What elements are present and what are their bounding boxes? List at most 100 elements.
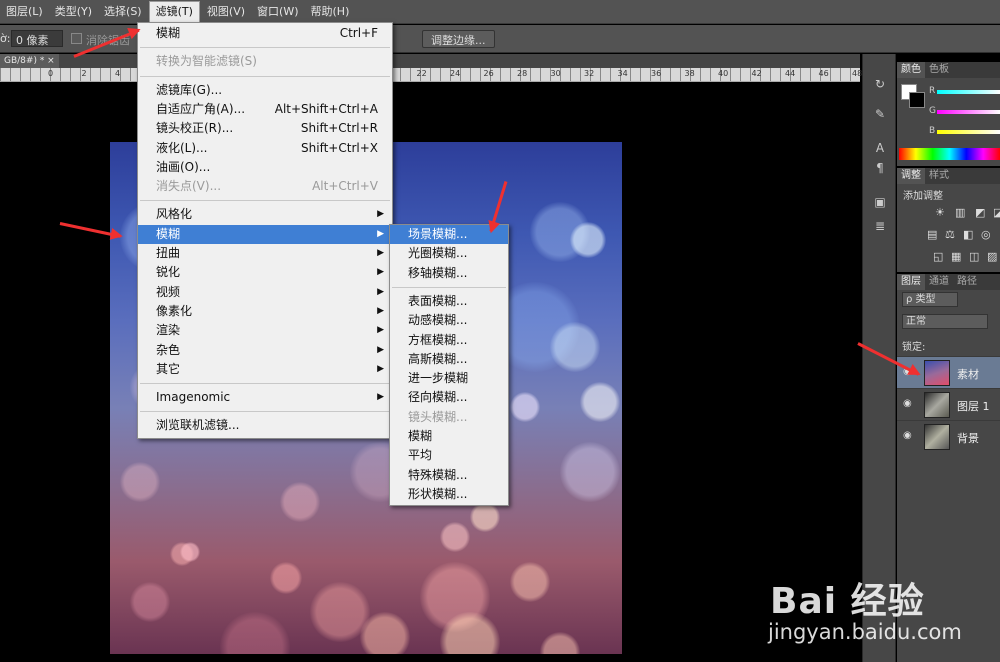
menu-item[interactable]: 油画(O)... xyxy=(138,158,392,177)
menu-item[interactable]: 特殊模糊... xyxy=(390,466,508,485)
menu-item[interactable]: 像素化 ▶ xyxy=(138,302,392,321)
color-spectrum[interactable] xyxy=(899,148,1000,160)
menu-item[interactable]: 杂色 ▶ xyxy=(138,341,392,360)
menu-item[interactable]: 液化(L)... Shift+Ctrl+X xyxy=(138,139,392,158)
color-panel: 颜色 色板 R G B xyxy=(897,62,1000,166)
menu-item-label: 动感模糊... xyxy=(408,313,468,328)
menu-item[interactable]: 扭曲 ▶ xyxy=(138,244,392,263)
menu-item-label: 方框模糊... xyxy=(408,332,468,347)
menu-item[interactable]: 转换为智能滤镜(S) xyxy=(138,52,392,71)
brightness-icon[interactable]: ☀ xyxy=(935,206,945,219)
horizontal-ruler: 0246810121416182022242628303234363840424… xyxy=(0,68,862,82)
menu-item[interactable]: 径向模糊... xyxy=(390,388,508,407)
menu-item[interactable]: 形状模糊... xyxy=(390,485,508,504)
eye-icon[interactable]: ◉ xyxy=(903,431,915,441)
menu-item[interactable]: 消失点(V)... Alt+Ctrl+V xyxy=(138,177,392,196)
threshold-icon[interactable]: ◫ xyxy=(969,250,979,263)
tab-layers[interactable]: 图层 xyxy=(897,274,925,290)
menu-item[interactable]: 模糊 xyxy=(390,427,508,446)
menu-item-label: 液化(L)... xyxy=(156,140,208,155)
ruler-tick: 46 xyxy=(818,69,829,78)
lock-label: 锁定: xyxy=(902,342,926,353)
r-label: R xyxy=(929,86,936,96)
bokeh-circle xyxy=(440,522,470,552)
photo-filter-icon[interactable]: ◎ xyxy=(981,228,991,241)
antialias-checkbox[interactable] xyxy=(71,33,82,44)
menu-item[interactable]: 视频 ▶ xyxy=(138,283,392,302)
tab-swatches[interactable]: 色板 xyxy=(925,62,953,78)
add-adjustment-title: 添加调整 xyxy=(903,191,943,202)
levels-icon[interactable]: ▥ xyxy=(955,206,965,219)
menu-item[interactable]: 进一步模糊 xyxy=(390,369,508,388)
balance-icon[interactable]: ⚖ xyxy=(945,228,955,241)
posterize-icon[interactable]: ▦ xyxy=(951,250,961,263)
blend-mode-select[interactable]: 正常 xyxy=(902,314,988,329)
menu-item[interactable]: 风格化 ▶ xyxy=(138,205,392,224)
menu-3[interactable]: 滤镜(T) xyxy=(148,0,200,23)
notes-icon[interactable]: ≣ xyxy=(871,218,889,234)
eye-icon[interactable]: ◉ xyxy=(903,399,915,409)
background-swatch[interactable] xyxy=(909,92,925,108)
menu-item[interactable]: 自适应广角(A)... Alt+Shift+Ctrl+A xyxy=(138,100,392,119)
gradient-map-icon[interactable]: ▨ xyxy=(987,250,997,263)
menu-item[interactable]: 表面模糊... xyxy=(390,292,508,311)
submenu-arrow-icon: ▶ xyxy=(377,344,384,355)
tab-channels[interactable]: 通道 xyxy=(925,274,953,290)
menu-item[interactable]: 方框模糊... xyxy=(390,331,508,350)
tab-styles[interactable]: 样式 xyxy=(925,168,953,184)
layer-row[interactable]: ◉ 背景 xyxy=(897,420,1000,452)
menu-1[interactable]: 类型(Y) xyxy=(49,0,98,24)
tab-paths[interactable]: 路径 xyxy=(953,274,981,290)
tab-color[interactable]: 颜色 xyxy=(897,62,925,78)
menu-item[interactable]: Imagenomic ▶ xyxy=(138,388,392,407)
menu-item[interactable]: 模糊 Ctrl+F xyxy=(138,24,392,43)
menu-item[interactable]: 光圈模糊... xyxy=(390,244,508,263)
menu-2[interactable]: 选择(S) xyxy=(98,0,148,24)
properties-icon[interactable]: ▣ xyxy=(871,194,889,210)
bokeh-circle xyxy=(570,222,606,258)
bokeh-circle xyxy=(540,632,580,654)
menu-item[interactable]: 高斯模糊... xyxy=(390,350,508,369)
b-slider[interactable] xyxy=(937,130,1000,134)
menu-5[interactable]: 窗口(W) xyxy=(251,0,304,24)
invert-icon[interactable]: ◱ xyxy=(933,250,943,263)
menu-item[interactable]: 渲染 ▶ xyxy=(138,321,392,340)
menu-item-label: 滤镜库(G)... xyxy=(156,82,223,97)
menu-item-label: 特殊模糊... xyxy=(408,467,468,482)
character-icon[interactable]: A xyxy=(871,140,889,156)
brush-preset-icon[interactable]: ✎ xyxy=(871,106,889,122)
menu-6[interactable]: 帮助(H) xyxy=(305,0,356,24)
tab-adjustments[interactable]: 调整 xyxy=(897,168,925,184)
menu-item[interactable]: 移轴模糊... xyxy=(390,264,508,283)
layer-row[interactable]: ◉ 图层 1 xyxy=(897,388,1000,420)
menu-item[interactable]: 浏览联机滤镜... xyxy=(138,416,392,435)
menu-item[interactable]: 平均 xyxy=(390,446,508,465)
menu-item[interactable]: 锐化 ▶ xyxy=(138,263,392,282)
paragraph-icon[interactable]: ¶ xyxy=(871,160,889,176)
menu-0[interactable]: 图层(L) xyxy=(0,0,49,24)
document-tab[interactable]: GB/8#) * × xyxy=(0,54,59,68)
refine-edge-button[interactable]: 调整边缘... xyxy=(422,30,495,48)
r-slider[interactable] xyxy=(937,90,1000,94)
menu-item-label: Imagenomic xyxy=(156,390,231,405)
layer-kind-filter[interactable]: ρ 类型 xyxy=(902,292,958,307)
history-icon[interactable]: ↻ xyxy=(871,76,889,92)
ruler-tick: 28 xyxy=(517,69,528,78)
ruler-tick: 26 xyxy=(483,69,494,78)
menu-4[interactable]: 视图(V) xyxy=(201,0,251,24)
feather-input[interactable]: 0 像素 xyxy=(11,30,63,47)
vibrance-icon[interactable]: ▤ xyxy=(927,228,937,241)
bw-icon[interactable]: ◧ xyxy=(963,228,973,241)
curves-icon[interactable]: ◩ xyxy=(975,206,985,219)
menu-item[interactable]: 其它 ▶ xyxy=(138,360,392,379)
g-slider[interactable] xyxy=(937,110,1000,114)
menu-item[interactable]: 模糊 ▶ xyxy=(138,224,392,244)
menu-item-label: 移轴模糊... xyxy=(408,265,468,280)
menu-item[interactable]: 动感模糊... xyxy=(390,311,508,330)
menu-item[interactable]: 滤镜库(G)... xyxy=(138,81,392,100)
exposure-icon[interactable]: ◪ xyxy=(993,206,1000,219)
layer-thumbnail xyxy=(924,424,950,450)
submenu-arrow-icon: ▶ xyxy=(377,392,384,403)
menu-item[interactable]: 镜头模糊... xyxy=(390,408,508,427)
menu-item[interactable]: 镜头校正(R)... Shift+Ctrl+R xyxy=(138,119,392,138)
